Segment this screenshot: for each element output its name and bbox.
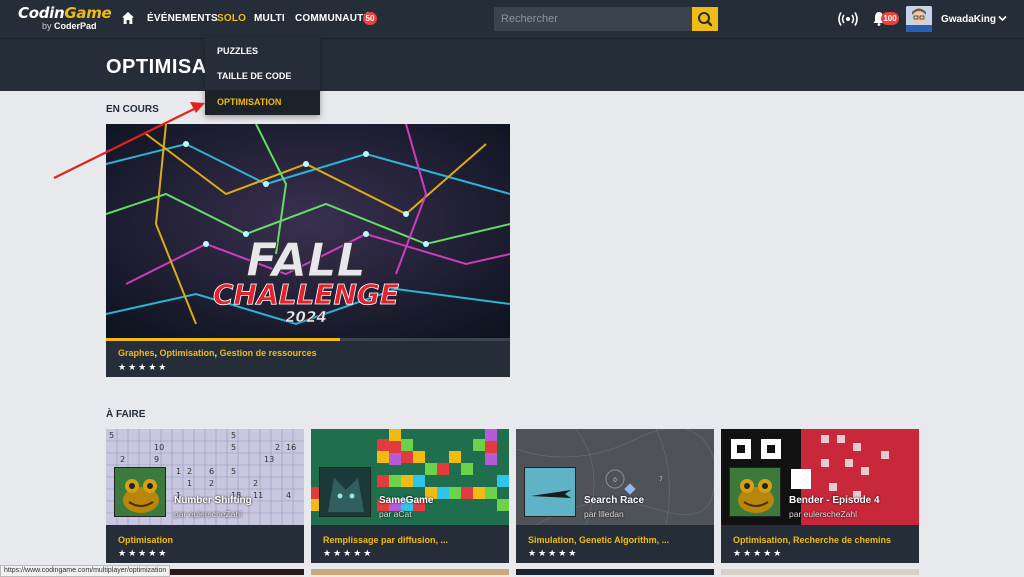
next-card-partial[interactable] xyxy=(516,569,714,575)
card-title: Number Shifting xyxy=(174,495,252,506)
card-avatar-toad xyxy=(114,467,166,517)
featured-tags: Graphes, Optimisation, Gestion de ressou… xyxy=(118,348,317,358)
banner-title-year: 2024 xyxy=(285,308,327,326)
chevron-down-icon[interactable] xyxy=(998,15,1007,22)
card-author[interactable]: par Illedan xyxy=(584,509,624,519)
svg-text:1: 1 xyxy=(187,479,192,488)
svg-text:2: 2 xyxy=(275,443,280,452)
card-rating-stars: ★★★★★ xyxy=(733,548,784,558)
svg-text:2: 2 xyxy=(120,455,125,464)
svg-text:10: 10 xyxy=(154,443,164,452)
broadcast-icon[interactable] xyxy=(838,11,858,27)
svg-text:5: 5 xyxy=(231,443,236,452)
card-avatar-wolf xyxy=(319,467,371,517)
search-button[interactable] xyxy=(692,7,718,31)
svg-text:7: 7 xyxy=(659,476,663,483)
featured-progress-bar xyxy=(106,338,510,341)
svg-text:11: 11 xyxy=(253,491,263,500)
annotation-arrow xyxy=(53,102,205,179)
svg-text:1: 1 xyxy=(176,467,181,476)
card-avatar-toad xyxy=(729,467,781,517)
puzzle-card-bender-episode-4[interactable]: Bender - Episode 4 par eulerscheZahl Opt… xyxy=(721,429,919,563)
svg-text:13: 13 xyxy=(264,455,274,464)
banner-title-challenge: CHALLENGE xyxy=(213,278,399,311)
featured-tag[interactable]: Graphes xyxy=(118,348,155,358)
svg-text:0: 0 xyxy=(613,477,617,484)
svg-text:4: 4 xyxy=(286,491,291,500)
search-icon xyxy=(698,12,713,27)
community-badge: 50 xyxy=(363,12,377,25)
svg-text:5: 5 xyxy=(109,431,114,440)
card-rating-stars: ★★★★★ xyxy=(323,548,374,558)
puzzle-card-number-shifting[interactable]: 5 5 2 16 10 5 2 9 13 1 2 6 5122 1 18 11 4 Number Shi… xyxy=(106,429,304,563)
svg-text:16: 16 xyxy=(286,443,296,452)
svg-text:5: 5 xyxy=(231,467,236,476)
svg-text:6: 6 xyxy=(209,467,214,476)
puzzle-card-search-race[interactable]: 0 7 Search Race par Illedan Simulation, … xyxy=(516,429,714,563)
featured-rating-stars: ★★★★★ xyxy=(118,362,169,372)
card-author[interactable]: par aCat xyxy=(379,509,412,519)
svg-text:2: 2 xyxy=(187,467,192,476)
card-avatar-spaceship xyxy=(524,467,576,517)
username[interactable]: GwadaKing xyxy=(941,14,996,25)
svg-text:5: 5 xyxy=(231,431,236,440)
puzzle-card-samegame[interactable]: SameGame par aCat Remplissage par diffus… xyxy=(311,429,509,563)
featured-tag[interactable]: Gestion de ressources xyxy=(220,348,317,358)
featured-tag[interactable]: Optimisation xyxy=(160,348,215,358)
avatar-image xyxy=(906,6,932,32)
next-card-partial[interactable] xyxy=(721,569,919,575)
next-card-partial[interactable] xyxy=(311,569,509,575)
card-rating-stars: ★★★★★ xyxy=(528,548,579,558)
nav-communaute[interactable]: COMMUNAUTÉ xyxy=(295,13,370,24)
notification-badge: 100 xyxy=(881,12,899,25)
user-avatar[interactable] xyxy=(906,6,932,32)
card-tags[interactable]: Remplissage par diffusion, ... xyxy=(323,535,448,545)
card-tags[interactable]: Optimisation, Recherche de chemins xyxy=(733,535,891,545)
card-rating-stars: ★★★★★ xyxy=(118,548,169,558)
svg-text:2: 2 xyxy=(253,479,258,488)
card-tags[interactable]: Optimisation xyxy=(118,535,173,545)
browser-status-url: https://www.codingame.com/multiplayer/op… xyxy=(0,565,171,577)
section-a-faire-label: À FAIRE xyxy=(106,409,146,420)
svg-text:9: 9 xyxy=(154,455,159,464)
card-title: Search Race xyxy=(584,495,645,506)
card-tags[interactable]: Simulation, Genetic Algorithm, ... xyxy=(528,535,669,545)
svg-text:2: 2 xyxy=(209,479,214,488)
card-title: SameGame xyxy=(379,495,434,506)
search-input[interactable]: Rechercher xyxy=(494,7,692,31)
card-title: Bender - Episode 4 xyxy=(789,495,880,506)
card-author[interactable]: par eulerscheZahl xyxy=(174,509,242,519)
card-author[interactable]: par eulerscheZahl xyxy=(789,509,857,519)
